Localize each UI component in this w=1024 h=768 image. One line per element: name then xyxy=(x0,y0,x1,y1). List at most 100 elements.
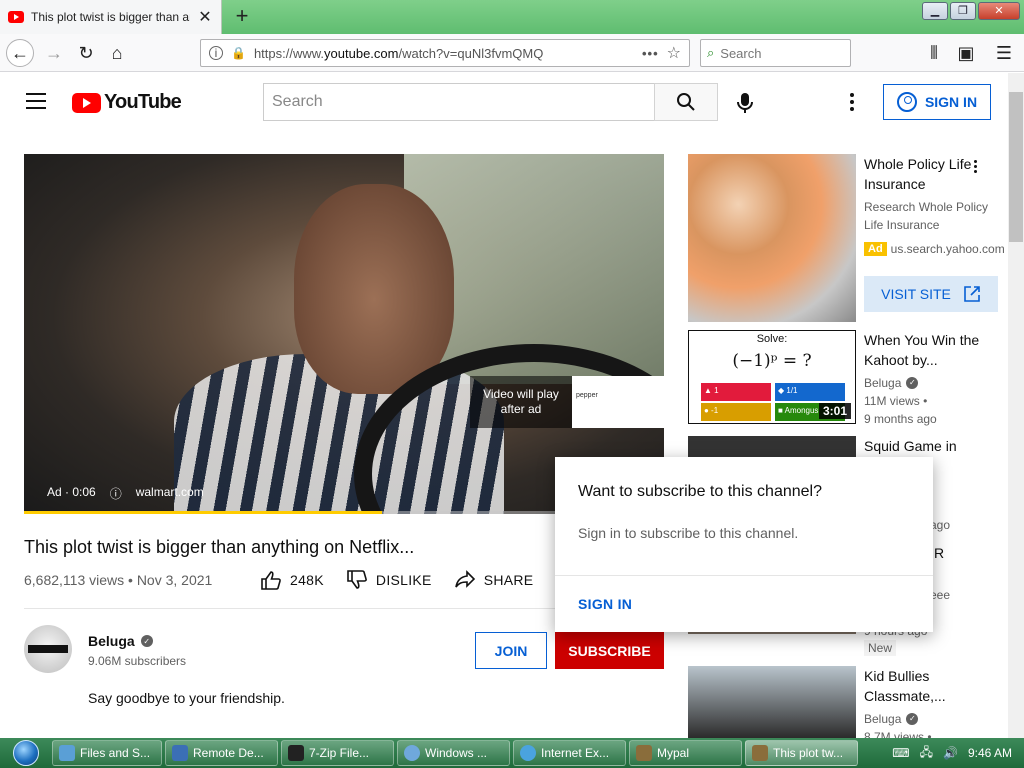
network-icon[interactable]: 🖧 xyxy=(920,743,933,764)
settings-kebab-icon[interactable] xyxy=(850,93,854,111)
popup-divider xyxy=(555,575,933,576)
scrollbar-thumb[interactable] xyxy=(1009,92,1023,242)
new-tab-button[interactable]: + xyxy=(232,4,252,28)
video-title-kahoot[interactable]: When You Win the Kahoot by... xyxy=(864,330,994,370)
files-icon xyxy=(59,745,75,761)
youtube-play-icon xyxy=(72,92,101,113)
join-button[interactable]: JOIN xyxy=(475,632,547,669)
taskbar-item-7zip[interactable]: 7-Zip File... xyxy=(281,740,394,766)
video-actions: 248K DISLIKE SHARE ☰ xyxy=(260,570,568,590)
close-window-button[interactable]: ✕ xyxy=(978,2,1020,20)
ad-subtitle: Research Whole Policy Life Insurance xyxy=(864,200,989,232)
video-thumbnail-bullies[interactable] xyxy=(688,666,856,738)
sign-in-button[interactable]: SIGN IN xyxy=(883,84,991,120)
video-will-play-panel[interactable]: Video will play after ad pepper xyxy=(470,376,664,428)
up-next-thumbnail[interactable]: pepper xyxy=(572,376,664,428)
maximize-button[interactable]: ❐ xyxy=(950,2,976,20)
taskbar-item-windows[interactable]: Windows ... xyxy=(397,740,510,766)
channel-avatar[interactable] xyxy=(24,625,72,673)
reload-icon: ↻ xyxy=(78,42,94,63)
video-title-bullies[interactable]: Kid Bullies Classmate,... xyxy=(864,666,994,706)
popup-sign-in-button[interactable]: SIGN IN xyxy=(578,596,632,612)
library-button[interactable]: ⫴ xyxy=(920,39,948,67)
share-icon xyxy=(454,570,475,588)
video-title-squid[interactable]: Squid Game in xyxy=(864,436,994,456)
forward-button[interactable]: → xyxy=(40,39,68,67)
home-button[interactable]: ⌂ xyxy=(103,39,131,67)
browser-search-field[interactable]: ⌕ Search xyxy=(700,39,851,67)
taskbar-item-active-browser[interactable]: This plot tw... xyxy=(745,740,858,766)
youtube-search-button[interactable] xyxy=(654,83,718,121)
ad-info: Ad · 0:06 ⓘ walmart.com xyxy=(47,485,204,502)
subscriber-count: 9.06M subscribers xyxy=(88,654,187,668)
video-views-3: eee xyxy=(930,588,951,602)
page-actions-icon[interactable]: ••• xyxy=(642,46,659,61)
volume-icon[interactable]: 🔊 xyxy=(943,746,958,760)
subscribe-signin-popup: Want to subscribe to this channel? Sign … xyxy=(555,457,933,632)
ad-site-link[interactable]: walmart.com xyxy=(136,485,204,502)
close-tab-icon[interactable]: ✕ xyxy=(197,7,213,27)
thumbs-down-icon xyxy=(347,570,367,589)
verified-check-icon: ✓ xyxy=(906,713,919,725)
account-icon xyxy=(896,92,917,112)
channel-name[interactable]: Beluga ✓ xyxy=(88,633,153,649)
taskbar-item-ie[interactable]: Internet Ex... xyxy=(513,740,626,766)
more-options-icon[interactable] xyxy=(974,160,977,173)
menu-button[interactable]: ☰ xyxy=(990,39,1018,67)
home-icon: ⌂ xyxy=(111,42,123,63)
verified-check-icon: ✓ xyxy=(906,377,919,389)
like-button[interactable]: 248K xyxy=(260,570,324,590)
taskbar-item-mypal[interactable]: Mypal xyxy=(629,740,742,766)
url-bar[interactable]: i 🔒 https://www.youtube.com/watch?v=quNl… xyxy=(200,39,690,67)
url-text[interactable]: https://www.youtube.com/watch?v=quNl3fvm… xyxy=(254,46,634,61)
video-meta: 6,682,113 views • Nov 3, 2021 xyxy=(24,572,213,588)
mypal-icon xyxy=(752,745,768,761)
sidebar-button[interactable]: ▣ xyxy=(952,39,980,67)
video-title: This plot twist is bigger than anything … xyxy=(24,537,415,557)
taskbar-item-files[interactable]: Files and S... xyxy=(52,740,162,766)
search-icon xyxy=(677,93,695,111)
microphone-icon[interactable] xyxy=(734,91,756,115)
visit-site-button[interactable]: VISIT SITE xyxy=(864,276,998,312)
taskbar-item-remote[interactable]: Remote De... xyxy=(165,740,278,766)
youtube-favicon-icon xyxy=(8,11,24,23)
video-description: Say goodbye to your friendship. xyxy=(88,690,285,706)
window-controls: ▁ ❐ ✕ xyxy=(922,2,1020,20)
7zip-icon xyxy=(288,745,304,761)
video-title-3[interactable]: R xyxy=(934,543,954,563)
windows-icon xyxy=(404,745,420,761)
internet-explorer-icon xyxy=(520,745,536,761)
video-thumbnail-kahoot[interactable]: Solve: (−1)ᵖ = ? ▲ 1 ◆ 1/1 ● -1 ■ Amongu… xyxy=(688,330,856,424)
youtube-logo[interactable]: YouTube xyxy=(72,91,182,114)
ad-badge: Ad xyxy=(864,242,887,256)
share-button[interactable]: SHARE xyxy=(454,570,534,590)
windows-taskbar: Files and S... Remote De... 7-Zip File..… xyxy=(0,738,1024,768)
youtube-header: YouTube Search SIGN IN xyxy=(0,73,1008,131)
info-icon[interactable]: i xyxy=(209,46,223,60)
ad-timer: Ad · 0:06 xyxy=(47,485,96,499)
verified-check-icon: ✓ xyxy=(140,635,153,647)
ad-thumbnail[interactable] xyxy=(688,154,856,322)
windows-logo-icon xyxy=(13,740,39,766)
bookmark-star-icon[interactable]: ☆ xyxy=(667,43,681,63)
minimize-button[interactable]: ▁ xyxy=(922,2,948,20)
back-button[interactable]: ← xyxy=(6,39,34,67)
dislike-button[interactable]: DISLIKE xyxy=(346,570,432,590)
lock-icon: 🔒 xyxy=(231,46,246,60)
video-frame-person xyxy=(294,184,454,394)
subscribe-button[interactable]: SUBSCRIBE xyxy=(555,632,664,669)
thumbs-up-icon xyxy=(261,571,281,590)
sidebar-icon: ▣ xyxy=(957,42,975,63)
start-button[interactable] xyxy=(0,738,52,768)
info-icon[interactable]: ⓘ xyxy=(110,485,122,502)
keyboard-icon[interactable]: ⌨ xyxy=(892,746,909,760)
youtube-search-input[interactable]: Search xyxy=(263,83,655,121)
mypal-icon xyxy=(636,745,652,761)
browser-tab[interactable]: This plot twist is bigger than any ✕ xyxy=(0,0,222,34)
search-icon: ⌕ xyxy=(707,45,715,60)
video-views-kahoot: 11M views • xyxy=(864,394,928,408)
video-duration: 3:01 xyxy=(818,403,851,419)
clock[interactable]: 9:46 AM xyxy=(968,746,1012,760)
reload-button[interactable]: ↻ xyxy=(72,39,100,67)
guide-menu-icon[interactable] xyxy=(26,93,46,109)
